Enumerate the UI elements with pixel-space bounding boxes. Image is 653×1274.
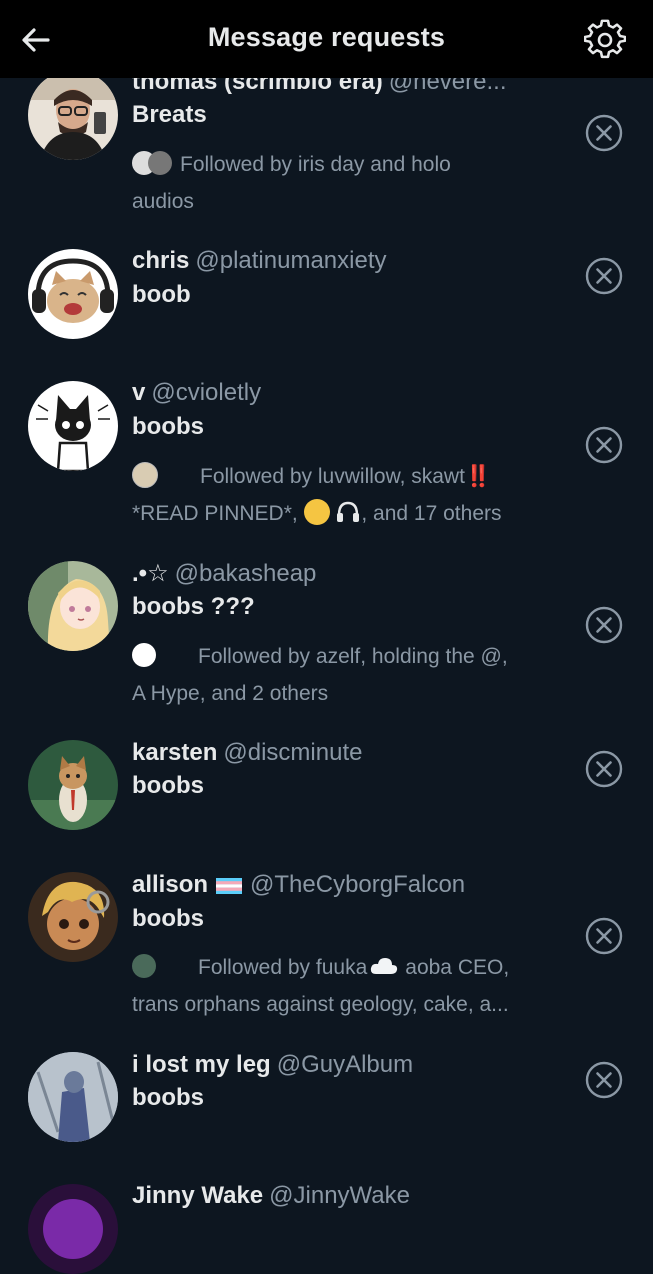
avatar[interactable] bbox=[28, 872, 118, 962]
display-name: allison bbox=[132, 871, 209, 898]
followed-by-text: Followed by luvwillow, skawt‼️ *READ PIN… bbox=[132, 458, 602, 532]
user-name-line: allison @TheCyborgFalcon bbox=[132, 871, 465, 899]
followed-by-line1a: Followed by fuuka bbox=[198, 956, 368, 979]
display-name: v bbox=[132, 379, 146, 406]
followed-by-line1: Followed by iris day and holo bbox=[180, 153, 451, 176]
user-name-line: i lost my leg @GuyAlbum bbox=[132, 1051, 413, 1079]
followed-by-text: Followed by azelf, holding the @, A Hype… bbox=[132, 638, 572, 712]
dismiss-icon[interactable] bbox=[585, 426, 623, 464]
display-name: Jinny Wake bbox=[132, 1182, 264, 1209]
followed-by-line2: audios bbox=[132, 190, 194, 213]
followed-by-line1: Followed by azelf, holding the @, bbox=[198, 645, 508, 668]
followed-by-line2: A Hype, and 2 others bbox=[132, 682, 329, 705]
followed-by-line2: trans orphans against geology, cake, a..… bbox=[132, 993, 509, 1016]
avatar[interactable] bbox=[28, 70, 118, 160]
user-handle: @platinumanxiety bbox=[195, 247, 387, 274]
headphones-icon bbox=[337, 502, 360, 523]
user-name-line: karsten @discminute bbox=[132, 739, 362, 767]
follower-avatar bbox=[132, 643, 156, 668]
follower-avatar bbox=[132, 462, 158, 489]
display-name: karsten bbox=[132, 739, 218, 766]
dismiss-icon[interactable] bbox=[585, 606, 623, 644]
cloud-icon bbox=[371, 958, 398, 975]
dismiss-icon[interactable] bbox=[585, 1061, 623, 1099]
trans-flag-icon bbox=[216, 877, 243, 894]
message-preview: boobs bbox=[132, 905, 204, 932]
dismiss-icon[interactable] bbox=[585, 917, 623, 955]
user-handle: @JinnyWake bbox=[269, 1182, 411, 1209]
user-handle: @cvioletly bbox=[151, 379, 262, 406]
user-name-line: v @cvioletly bbox=[132, 379, 261, 407]
follower-avatar bbox=[132, 954, 156, 979]
user-handle: @GuyAlbum bbox=[276, 1051, 414, 1078]
followed-by-line2b: , and 17 others bbox=[361, 502, 502, 525]
followed-by-line1b: aoba CEO, bbox=[405, 956, 510, 979]
display-name: chris bbox=[132, 247, 190, 274]
mask-emoji bbox=[303, 499, 330, 526]
avatar[interactable] bbox=[28, 249, 118, 339]
message-preview: boobs bbox=[132, 772, 204, 799]
alert-emoji: ‼️ bbox=[464, 465, 492, 488]
message-preview: boobs ??? bbox=[132, 593, 255, 620]
dismiss-icon[interactable] bbox=[585, 257, 623, 295]
gear-icon[interactable] bbox=[584, 19, 626, 61]
dismiss-icon[interactable] bbox=[585, 750, 623, 788]
display-name: i lost my leg bbox=[132, 1051, 271, 1078]
dismiss-icon[interactable] bbox=[585, 114, 623, 152]
user-handle: @bakasheap bbox=[174, 560, 317, 587]
followed-by-text: Followed by fuuka aoba CEO, trans orphans… bbox=[132, 949, 602, 1023]
followed-by-line2a: *READ PINNED*, bbox=[132, 502, 298, 525]
avatar[interactable] bbox=[28, 1052, 118, 1142]
avatar[interactable] bbox=[28, 1184, 118, 1274]
user-name-line: chris @platinumanxiety bbox=[132, 247, 387, 275]
user-name-line: Jinny Wake @JinnyWake bbox=[132, 1182, 410, 1210]
user-handle: @TheCyborgFalcon bbox=[250, 871, 466, 898]
message-preview: boobs bbox=[132, 1084, 204, 1111]
avatar[interactable] bbox=[28, 561, 118, 651]
message-requests-list: thomas (scrimbio era) @nevere... Breats F… bbox=[0, 0, 653, 1274]
top-bar: Message requests bbox=[0, 0, 653, 78]
avatar[interactable] bbox=[28, 740, 118, 830]
followed-by-line1: Followed by luvwillow, skawt bbox=[200, 465, 465, 488]
follower-avatar bbox=[148, 151, 172, 176]
followed-by-text: Followed by iris day and holo audios bbox=[132, 146, 572, 220]
message-preview: boobs bbox=[132, 413, 204, 440]
message-preview: Breats bbox=[132, 101, 207, 128]
avatar[interactable] bbox=[28, 381, 118, 471]
page-title: Message requests bbox=[207, 22, 446, 52]
user-handle: @discminute bbox=[223, 739, 363, 766]
message-preview: boob bbox=[132, 281, 191, 308]
user-name-line: .•☆ @bakasheap bbox=[132, 559, 316, 588]
display-name: .•☆ bbox=[132, 560, 169, 587]
